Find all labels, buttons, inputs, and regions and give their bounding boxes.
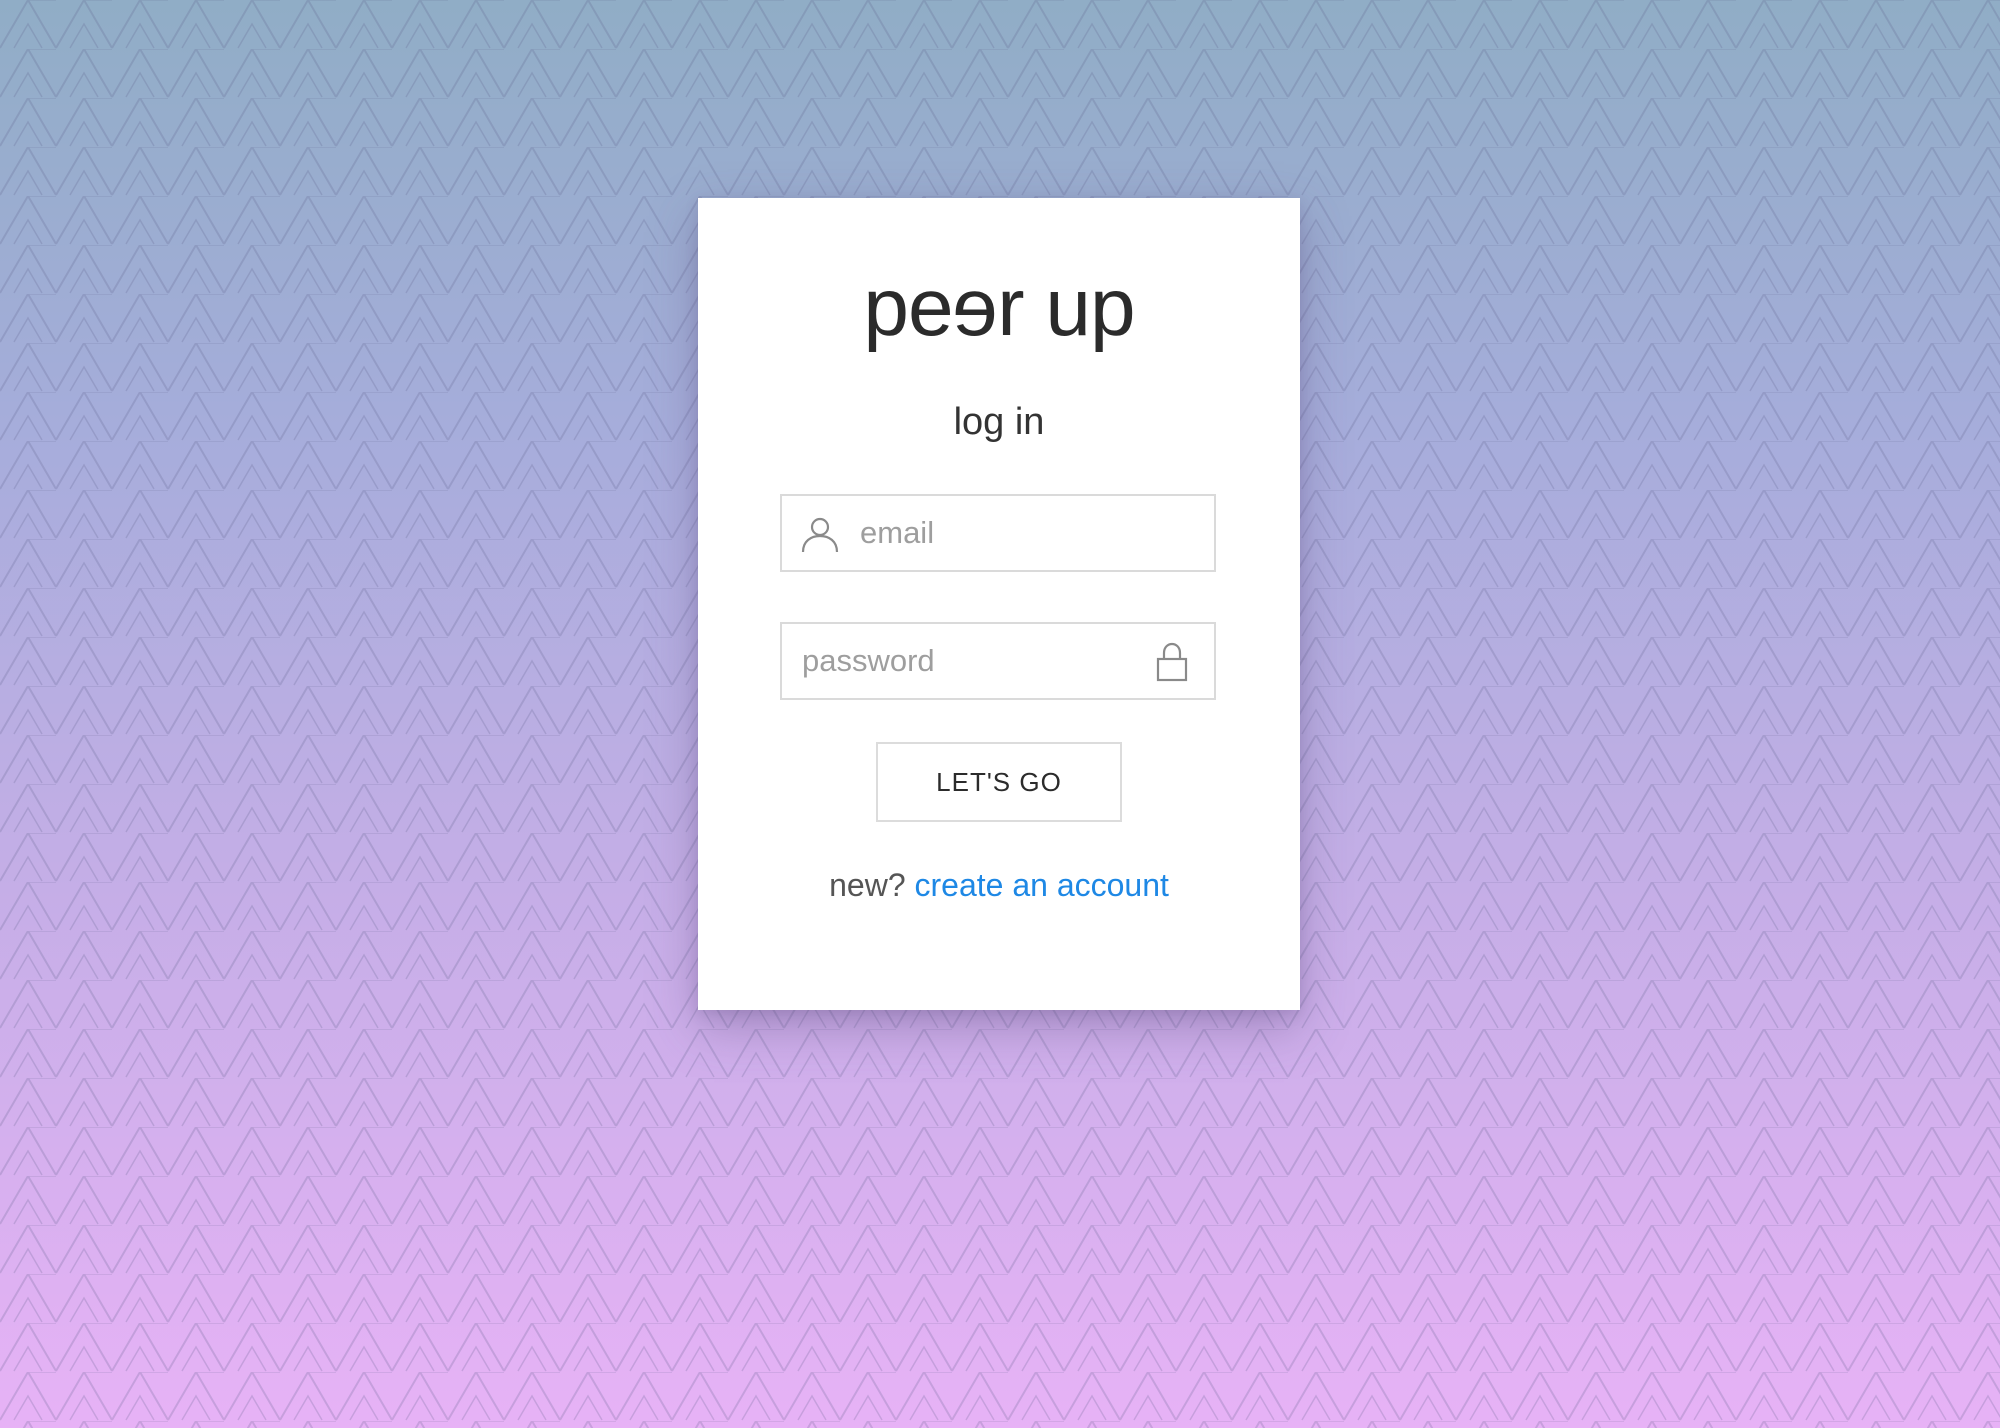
logo-text-end: r up (997, 262, 1135, 353)
user-icon (800, 514, 840, 554)
email-input[interactable] (860, 496, 1200, 570)
signup-prompt-text: new? (829, 867, 906, 903)
logo-text-start: pe (863, 262, 953, 353)
password-field[interactable] (780, 622, 1216, 700)
logo-text-flipped: e (952, 262, 998, 353)
page-title: log in (953, 401, 1045, 443)
email-field[interactable] (780, 494, 1216, 572)
login-card: peer up log in LET'S GO new? create an a… (698, 198, 1300, 1010)
app-logo: peer up (698, 258, 1300, 358)
submit-button[interactable]: LET'S GO (876, 742, 1122, 822)
password-input[interactable] (802, 624, 1142, 698)
signup-prompt: new? create an account (698, 864, 1300, 906)
create-account-link[interactable]: create an account (915, 867, 1169, 903)
lock-icon (1152, 642, 1192, 682)
